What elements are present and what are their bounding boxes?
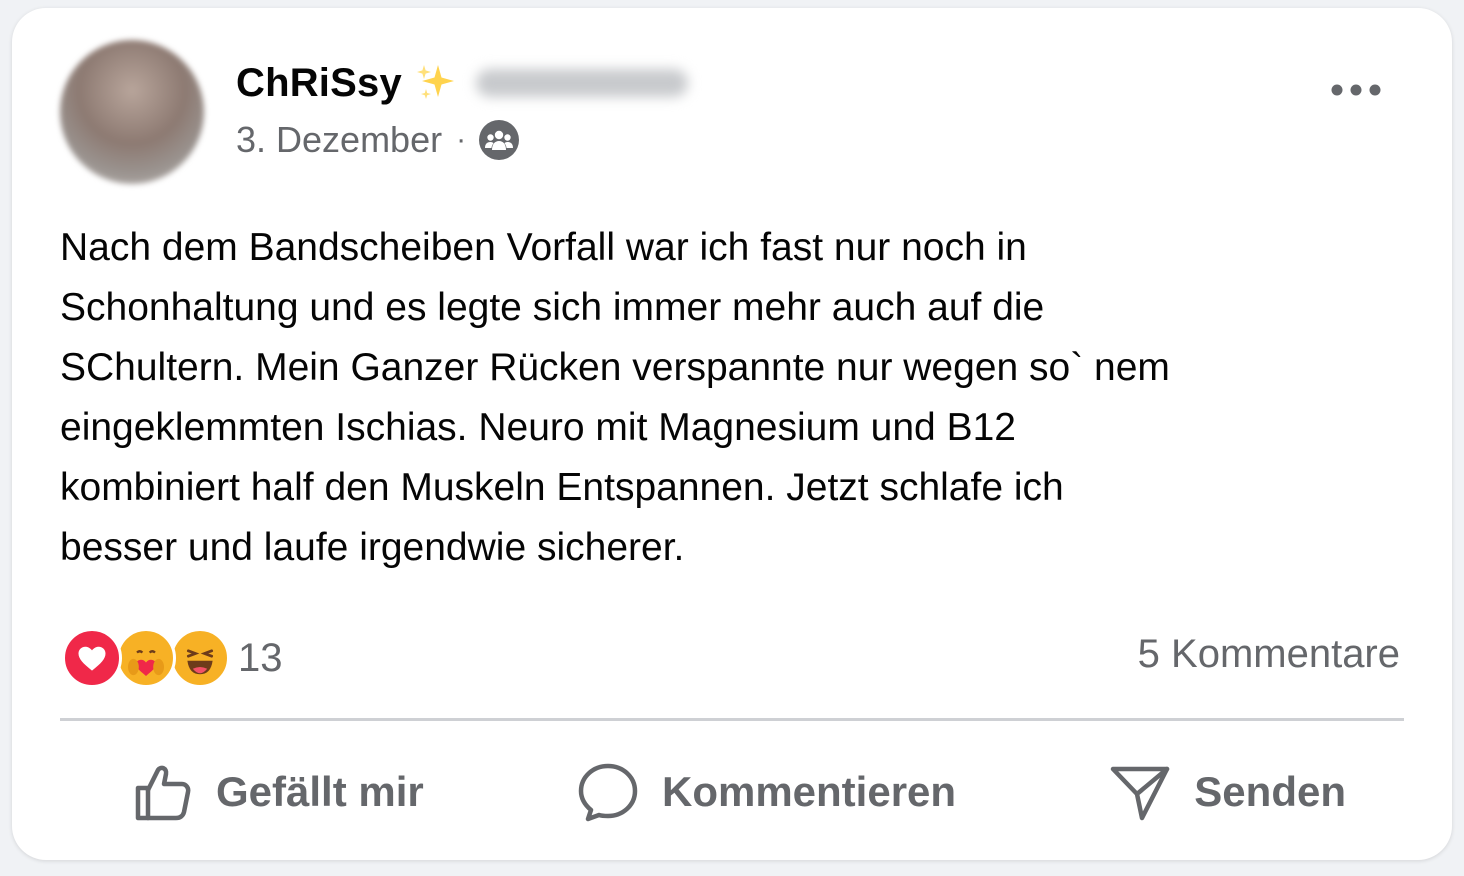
more-horizontal-icon — [1331, 84, 1381, 96]
post-body-text: Nach dem Bandscheiben Vorfall war ich fa… — [60, 226, 1170, 569]
like-label: Gefällt mir — [216, 768, 424, 815]
redacted-name — [475, 69, 688, 97]
haha-reaction-icon — [170, 628, 230, 688]
send-button[interactable]: Senden — [1108, 760, 1346, 824]
author-name[interactable]: ChRiSsy — [236, 61, 402, 106]
care-reaction-icon — [116, 628, 176, 688]
reaction-icons — [62, 628, 230, 688]
meta-separator: · — [456, 123, 467, 156]
reaction-count: 13 — [238, 635, 283, 680]
reactions-summary[interactable]: 13 — [62, 626, 283, 690]
post-date[interactable]: 3. Dezember — [236, 119, 442, 161]
comments-count-link[interactable]: 5 Kommentare — [1138, 632, 1400, 677]
sparkles-icon — [416, 65, 454, 99]
more-options-button[interactable] — [1324, 72, 1388, 108]
comment-label: Kommentieren — [661, 768, 957, 815]
post-meta: 3. Dezember · — [236, 118, 520, 162]
comment-button[interactable]: Kommentieren — [576, 760, 956, 824]
like-button[interactable]: Gefällt mir — [130, 760, 424, 824]
post-action-bar: Gefällt mir Kommentieren Senden — [60, 752, 1404, 832]
thumbs-up-icon — [135, 765, 191, 821]
group-audience-icon[interactable] — [478, 119, 520, 161]
send-icon — [1111, 766, 1170, 821]
post-header: ChRiSsy — [236, 58, 688, 108]
comment-bubble-icon — [578, 763, 638, 822]
love-reaction-icon — [62, 628, 122, 688]
avatar[interactable] — [60, 40, 204, 184]
post-card: ChRiSsy 3. Dezember · Nach dem Bandschei… — [12, 8, 1452, 860]
send-label: Senden — [1194, 768, 1346, 815]
action-divider — [60, 718, 1404, 721]
